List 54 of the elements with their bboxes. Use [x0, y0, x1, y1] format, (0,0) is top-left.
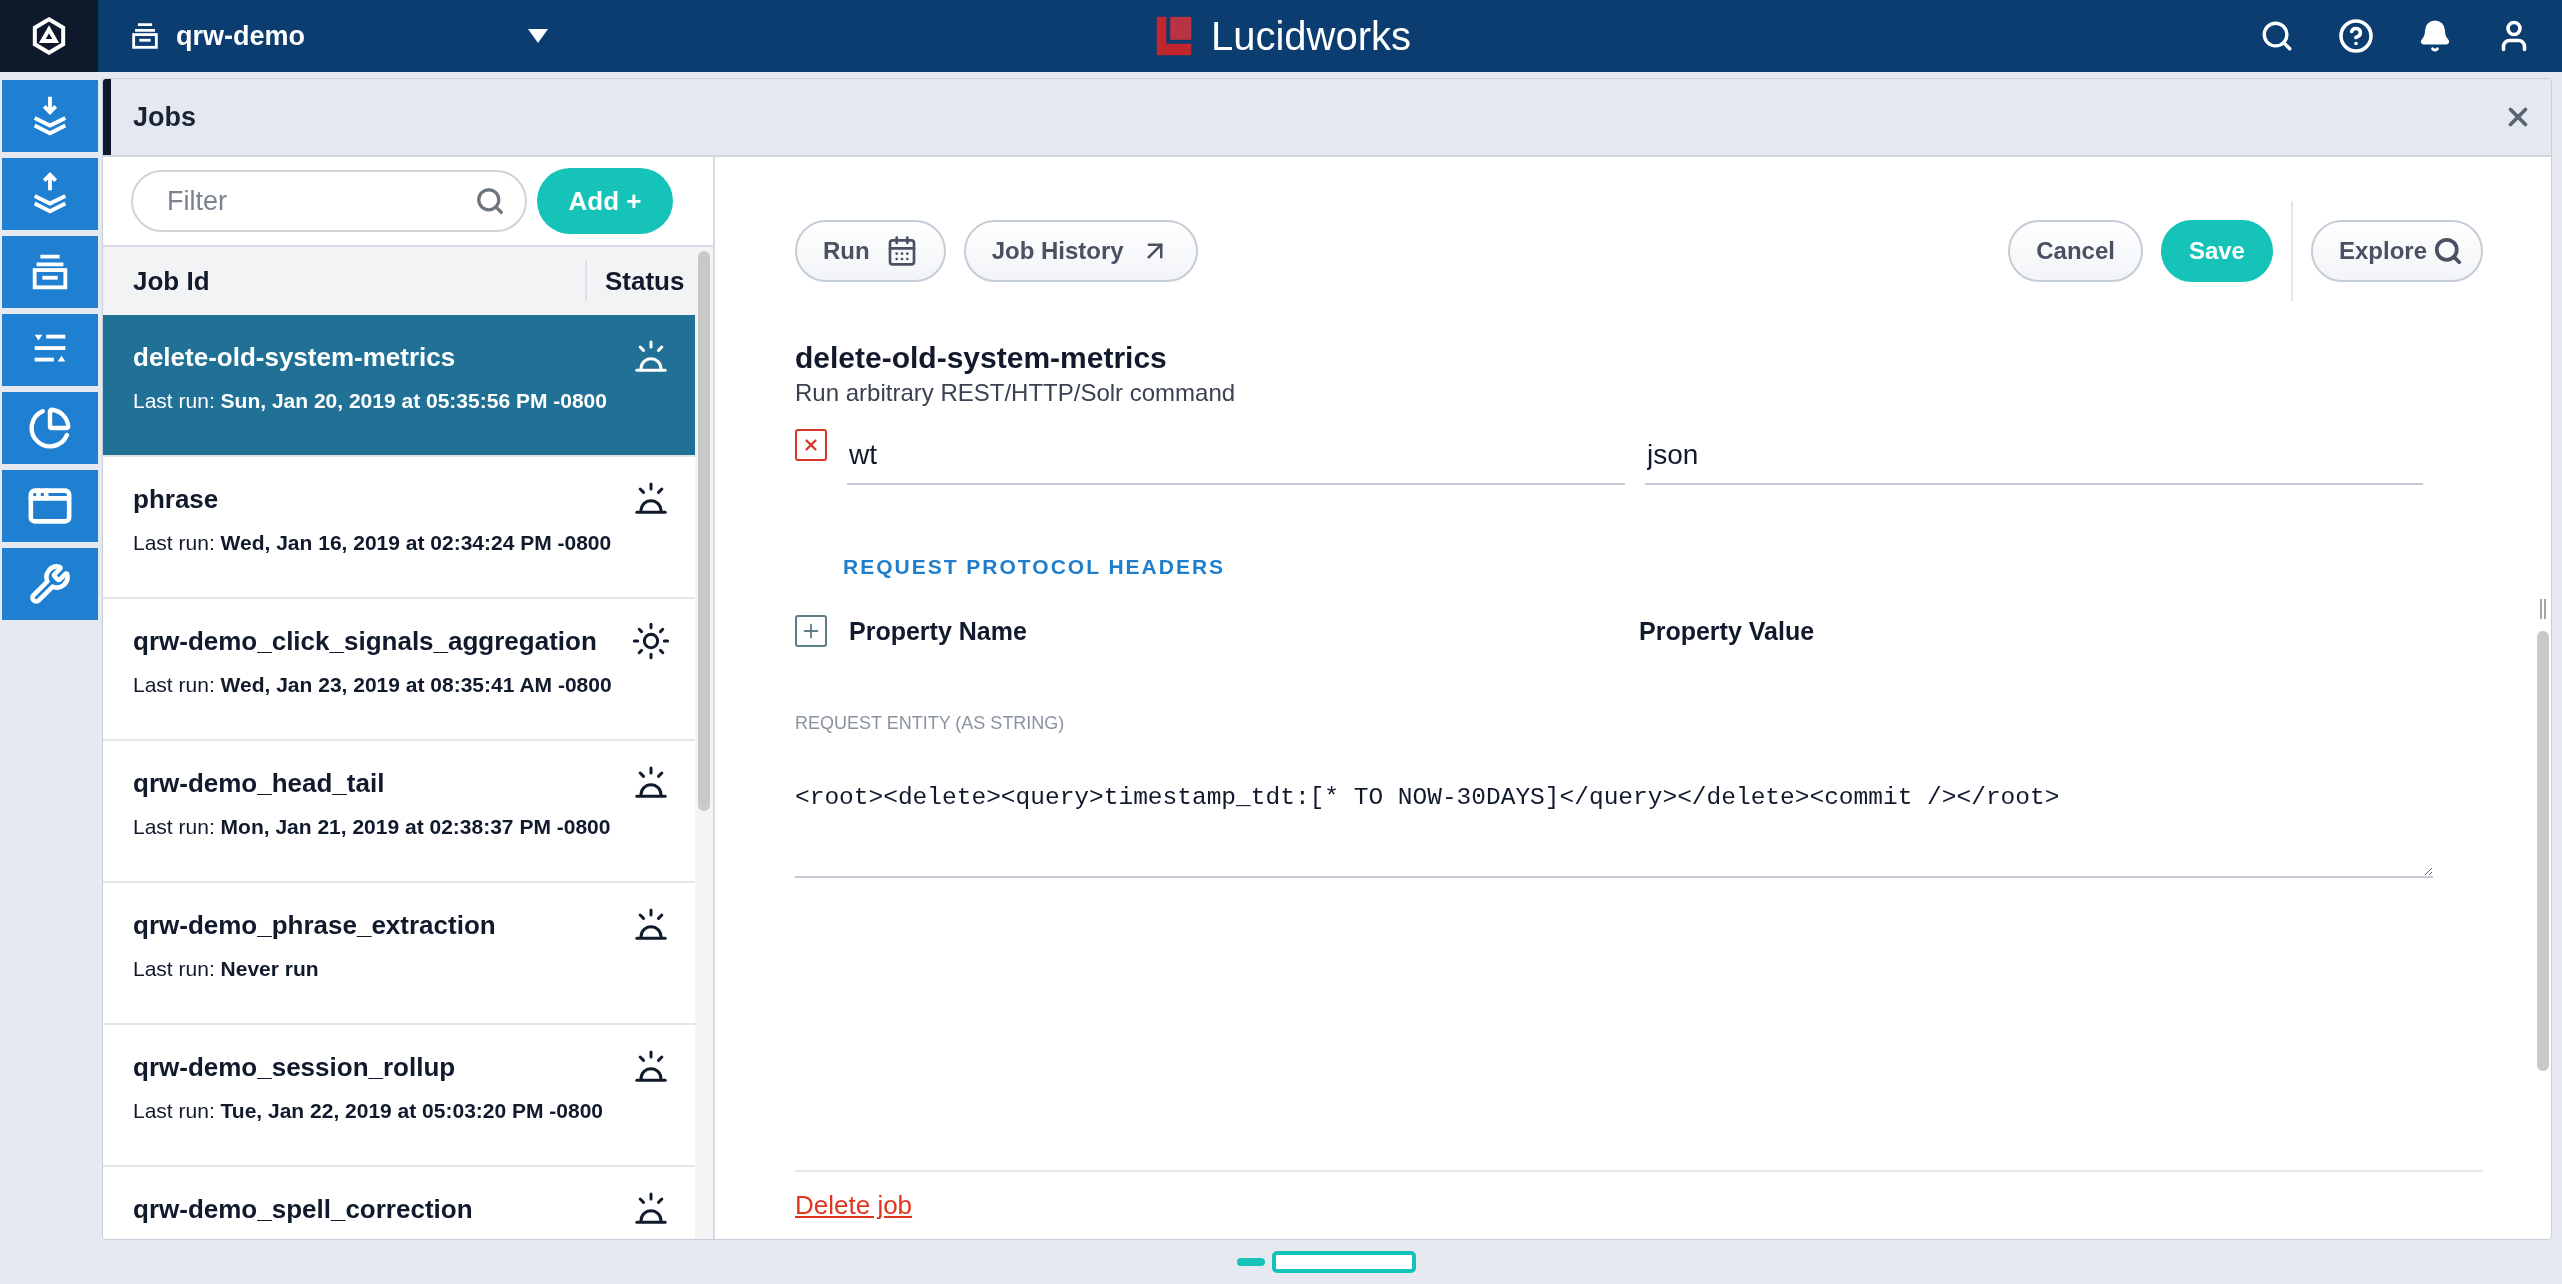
- handle-drawing[interactable]: [1237, 1251, 1417, 1273]
- wrench-icon: [29, 563, 71, 605]
- last-run-text: Last run: Sun, Jan 20, 2019 at 05:35:56 PM -0800: [133, 389, 608, 413]
- section-title: REQUEST PROTOCOL HEADERS: [843, 555, 1227, 579]
- sun-icon: [631, 621, 671, 661]
- job-title: delete-old-system-metrics: [795, 341, 1168, 375]
- last-run-text: Last run: Tue, Jan 22, 2019 at 05:03:20 PM -0800: [133, 1099, 605, 1123]
- rail-button[interactable]: [2, 236, 98, 308]
- scrollbar-thumb[interactable]: [698, 251, 710, 811]
- pie-chart-icon: [28, 406, 72, 450]
- rail-button[interactable]: [2, 80, 98, 152]
- search-icon: [2433, 236, 2463, 266]
- column-header: Job Id: [132, 265, 211, 297]
- notifications-button[interactable]: [2418, 19, 2452, 53]
- rail-button[interactable]: [2, 548, 98, 620]
- rail-button[interactable]: [2, 392, 98, 464]
- search-icon: [475, 186, 505, 216]
- last-run-text: Last run: Wed, Jan 23, 2019 at 08:35:41 AM -0800: [133, 673, 613, 697]
- grip-icon[interactable]: [2538, 597, 2548, 621]
- job-row[interactable]: delete-old-system-metrics Last run: Sun, Jan 20, 2019 at 05:35:56 PM -0800: [103, 315, 695, 457]
- explore-button[interactable]: Explore: [2310, 220, 2483, 282]
- close-icon: [802, 436, 820, 454]
- job-subtitle: Run arbitrary REST/HTTP/Solr command: [795, 379, 1237, 407]
- filter-field[interactable]: Filter: [131, 170, 527, 232]
- search-button[interactable]: [2260, 19, 2294, 53]
- field-label: REQUEST ENTITY (AS STRING): [795, 713, 1066, 734]
- scrollbar-thumb[interactable]: [2537, 631, 2549, 1071]
- help-button[interactable]: [2338, 18, 2374, 54]
- job-name: qrw-demo_session_rollup: [133, 1051, 456, 1083]
- toolbar-button[interactable]: Job History: [963, 220, 1198, 282]
- delete-link[interactable]: Delete job: [795, 1190, 913, 1220]
- last-run-text: Last run: Mon, Jan 21, 2019 at 02:38:37 PM -0800: [133, 815, 612, 839]
- caret-icon: [528, 29, 548, 43]
- workspace-selector[interactable]: qrw-demo: [128, 19, 548, 53]
- last-run-text: Last run: Wed, Jan 16, 2019 at 02:34:24 PM -0800: [133, 531, 613, 555]
- job-name: phrase: [133, 483, 219, 515]
- column-header: Property Name: [849, 616, 1028, 646]
- panel-title: Jobs: [133, 101, 198, 133]
- column-header: Status: [604, 265, 686, 297]
- rail-button[interactable]: [2, 158, 98, 230]
- job-name: qrw-demo_phrase_extraction: [133, 909, 496, 941]
- job-name: qrw-demo_head_tail: [133, 767, 385, 799]
- rail-button[interactable]: [2, 470, 98, 542]
- column-header: Property Value: [1639, 616, 1815, 646]
- cancel-button[interactable]: Cancel: [2008, 220, 2143, 282]
- job-name: qrw-demo_click_signals_aggregation: [133, 625, 597, 657]
- job-name: delete-old-system-metrics: [133, 341, 456, 373]
- last-run-text: Last run: Never run: [133, 957, 320, 981]
- rail-button[interactable]: [2, 314, 98, 386]
- job-name: qrw-demo_spell_correction: [133, 1193, 473, 1225]
- add-header-button[interactable]: [795, 615, 827, 647]
- toolbar-button[interactable]: Run: [795, 220, 946, 282]
- brand-name: Lucidworks: [1210, 13, 1412, 59]
- remove-button[interactable]: [795, 429, 827, 461]
